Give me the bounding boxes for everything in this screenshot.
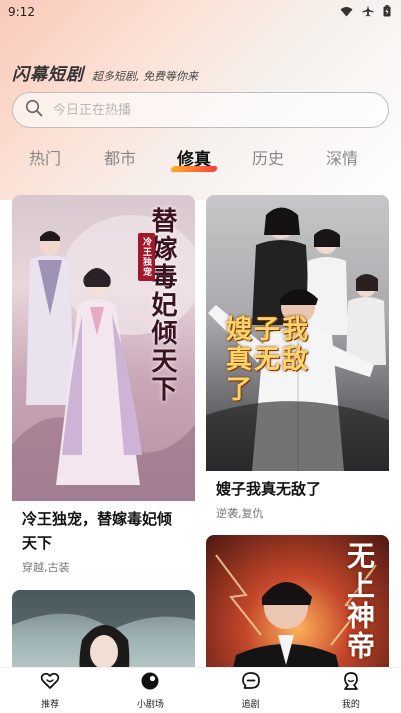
nav-label: 我的 — [341, 700, 360, 710]
status-time: 9:12 — [8, 5, 35, 19]
bottom-navigation: 推荐 小剧场 追剧 我的 — [0, 667, 401, 713]
nav-theater[interactable]: 小剧场 — [100, 668, 200, 713]
poster-badge: 冷王独宠 — [138, 233, 155, 281]
drama-poster: 替嫁毒妃倾天下 冷王独宠 — [12, 195, 195, 501]
search-bar[interactable] — [12, 92, 389, 128]
nav-recommend[interactable]: 推荐 — [0, 668, 100, 713]
chat-icon — [241, 671, 261, 695]
nav-profile[interactable]: 我的 — [301, 668, 401, 713]
tab-romance[interactable]: 深情 — [312, 145, 372, 169]
tab-cultivation[interactable]: 修真 — [164, 145, 224, 172]
drama-card[interactable]: 嫂子我真无敌了 嫂子我真无敌了 逆袭,复仇 — [206, 195, 389, 525]
airplane-icon — [362, 5, 374, 19]
theater-icon — [140, 671, 160, 695]
battery-icon — [383, 5, 391, 19]
brand-header: 闪幕短剧 超多短剧, 免费等你来 — [12, 60, 198, 85]
heart-icon — [40, 671, 60, 695]
nav-label: 推荐 — [41, 700, 60, 710]
nav-following[interactable]: 追剧 — [201, 668, 301, 713]
search-icon — [25, 99, 43, 121]
drama-tags: 逆袭,复仇 — [216, 507, 264, 520]
drama-card[interactable]: 替嫁毒妃倾天下 冷王独宠 冷王独宠，替嫁毒妃倾天下 穿越,古装 — [12, 195, 195, 585]
search-input[interactable] — [53, 102, 353, 118]
status-icons — [340, 5, 391, 19]
tab-history[interactable]: 历史 — [238, 145, 298, 169]
drama-title: 嫂子我真无敌了 — [216, 480, 322, 498]
category-tabs: 热门 都市 修真 历史 深情 — [0, 145, 401, 175]
active-tab-indicator — [169, 166, 219, 172]
profile-icon — [341, 671, 361, 695]
app-slogan: 超多短剧, 免费等你来 — [92, 70, 198, 83]
tab-hot[interactable]: 热门 — [15, 145, 75, 169]
drama-title: 冷王独宠，替嫁毒妃倾天下 — [22, 510, 173, 552]
nav-label: 小剧场 — [136, 700, 164, 710]
status-bar: 9:12 — [0, 0, 401, 24]
tab-urban[interactable]: 都市 — [90, 145, 150, 169]
drama-tags: 穿越,古装 — [22, 561, 70, 574]
drama-poster: 嫂子我真无敌了 — [206, 195, 389, 471]
poster-title-text: 嫂子我真无敌了 — [226, 315, 311, 405]
poster-title-text: 无上神帝 — [343, 541, 376, 661]
wifi-icon — [340, 6, 353, 19]
nav-label: 追剧 — [241, 700, 260, 710]
app-title: 闪幕短剧 — [12, 65, 84, 85]
